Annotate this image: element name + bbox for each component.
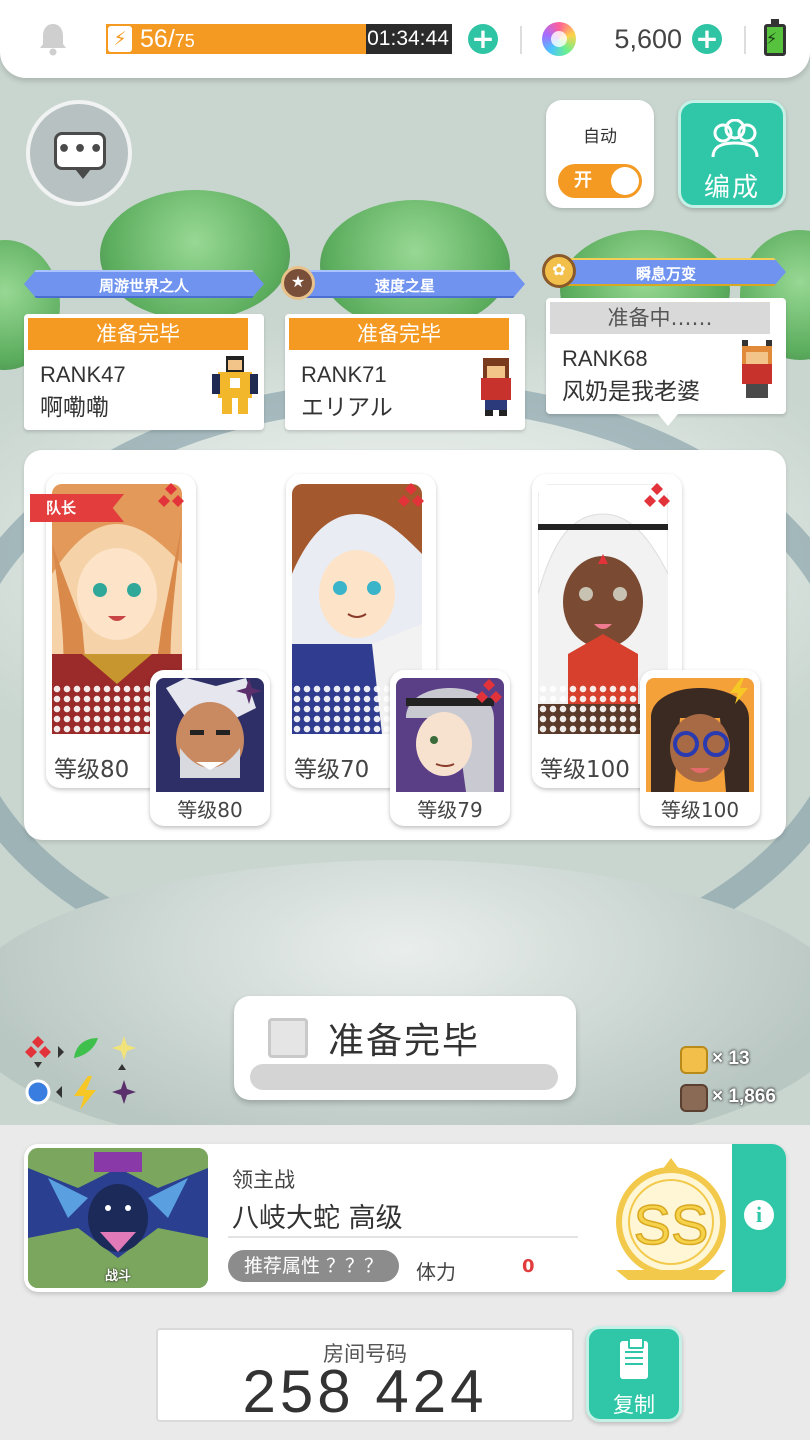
boss-image: 战斗 xyxy=(28,1148,208,1288)
bronze-medal-icon xyxy=(680,1084,708,1112)
thunder-element-icon xyxy=(730,678,748,704)
medal-badge-icon: ✿ xyxy=(542,254,576,288)
chat-bubble-icon: ••• xyxy=(54,132,106,179)
dark-element-icon xyxy=(236,678,262,704)
rank-text: SS xyxy=(634,1193,709,1256)
boss-info-button[interactable]: i xyxy=(732,1144,786,1292)
stamina-cost-label: 体力 xyxy=(416,1260,456,1284)
fire-element-icon xyxy=(476,679,502,703)
player-status: 准备完毕 xyxy=(289,318,509,350)
auto-toggle[interactable]: 开 xyxy=(558,164,642,198)
chat-button[interactable]: ••• xyxy=(26,100,132,206)
ready-button[interactable]: 准备完毕 xyxy=(234,996,576,1100)
divider xyxy=(520,26,522,54)
boss-image-caption: 战斗 xyxy=(104,1269,131,1284)
sub-unit-level: 等级100 xyxy=(660,798,740,822)
boss-name: 八岐大蛇 高级 xyxy=(232,1203,403,1234)
player-title: 周游世界之人 xyxy=(24,270,264,298)
copy-label: 复制 xyxy=(613,1393,655,1417)
player-info: 准备完毕 RANK71 エリアル xyxy=(285,314,525,430)
player-rank: RANK68 xyxy=(562,346,648,371)
copy-button[interactable]: 复制 xyxy=(586,1326,682,1422)
fire-element-icon xyxy=(644,483,670,507)
ready-progress-bar xyxy=(250,1064,558,1090)
boss-info-panel[interactable]: 战斗 领主战 八岐大蛇 高级 推荐属性 ？？？ 体力 0 SS i xyxy=(24,1144,786,1292)
gem-icon xyxy=(542,22,576,56)
speech-tail xyxy=(658,414,678,426)
bronze-medal-counter: × 1,866 xyxy=(680,1084,800,1114)
player-title: 速度之星 xyxy=(285,270,525,298)
sub-unit-card[interactable]: 等级79 xyxy=(390,670,510,826)
gold-medal-icon xyxy=(680,1046,708,1074)
battle-type: 领主战 xyxy=(232,1168,295,1192)
room-number-box: 房间号码 258 424 xyxy=(156,1328,574,1425)
player-name: 啊嘞嘞 xyxy=(40,395,109,421)
auto-label: 自动 xyxy=(583,127,617,147)
bronze-medal-amount: × 1,866 xyxy=(712,1086,776,1107)
sub-unit-level: 等级80 xyxy=(177,798,243,822)
gold-medal-counter: × 13 xyxy=(680,1046,800,1076)
fire-element-icon xyxy=(158,483,184,507)
auto-toggle-label: 开 xyxy=(574,170,592,191)
player-card[interactable]: 速度之星 ★ 准备完毕 RANK71 エリアル xyxy=(281,266,525,432)
stamina-cost-value: 0 xyxy=(522,1256,535,1277)
leader-tag: 队长 xyxy=(30,494,124,522)
divider xyxy=(228,1236,578,1238)
player-info: 准备完毕 RANK47 啊嘞嘞 xyxy=(24,314,264,430)
player-name: エリアル xyxy=(301,395,393,421)
auto-panel: 自动 开 xyxy=(546,100,654,208)
player-sprite-icon xyxy=(481,358,511,416)
sub-unit-card[interactable]: 等级100 xyxy=(640,670,760,826)
toggle-knob xyxy=(611,167,639,195)
player-rank: RANK71 xyxy=(301,362,387,387)
divider xyxy=(744,26,746,54)
ready-checkbox[interactable] xyxy=(268,1018,308,1058)
team-edit-label: 编成 xyxy=(703,173,760,203)
team-panel: 等级80 队长 等级80 等级70 等级79 等级100 等级100 xyxy=(24,450,786,840)
sub-unit-level: 等级79 xyxy=(417,798,483,822)
element-chart-icon xyxy=(25,1036,136,1110)
sub-unit-card[interactable]: 等级80 xyxy=(150,670,270,826)
team-edit-button[interactable]: 编成 xyxy=(678,100,786,208)
star-badge-icon: ★ xyxy=(281,266,315,300)
stamina-value: 56/75 xyxy=(140,25,195,53)
battery-icon xyxy=(764,19,786,56)
info-icon: i xyxy=(744,1200,774,1230)
bell-icon[interactable] xyxy=(38,22,68,56)
gem-count: 5,600 xyxy=(614,24,682,54)
fire-element-icon xyxy=(398,483,424,507)
add-stamina-button[interactable]: + xyxy=(468,24,498,54)
add-gems-button[interactable]: + xyxy=(692,24,722,54)
recommended-attribute: 推荐属性 ？？？ xyxy=(228,1250,400,1282)
player-name: 风奶是我老婆 xyxy=(562,379,700,405)
player-sprite-icon xyxy=(742,340,772,398)
ready-label: 准备完毕 xyxy=(328,1021,481,1062)
player-status: 准备中…… xyxy=(550,302,770,334)
gold-medal-amount: × 13 xyxy=(712,1048,750,1069)
team-icon xyxy=(711,119,759,158)
lightning-icon: ⚡ xyxy=(108,26,132,52)
player-rank: RANK47 xyxy=(40,362,126,387)
player-status: 准备完毕 xyxy=(28,318,248,350)
player-card[interactable]: 瞬息万变 ✿ 准备中…… RANK68 风奶是我老婆 xyxy=(542,254,786,432)
player-card[interactable]: 周游世界之人 准备完毕 RANK47 啊嘞嘞 xyxy=(24,270,264,432)
clipboard-icon xyxy=(620,1337,648,1379)
stamina-timer: 01:34:44 xyxy=(367,27,449,50)
status-bar: ⚡ 56/75 01:34:44 + 5,600 + xyxy=(0,0,810,78)
ss-rank-badge: SS xyxy=(616,1158,726,1280)
player-sprite-icon xyxy=(212,356,258,414)
player-title: 瞬息万变 xyxy=(546,258,786,286)
room-number: 258 424 xyxy=(242,1358,488,1425)
player-info: 准备中…… RANK68 风奶是我老婆 xyxy=(546,298,786,426)
